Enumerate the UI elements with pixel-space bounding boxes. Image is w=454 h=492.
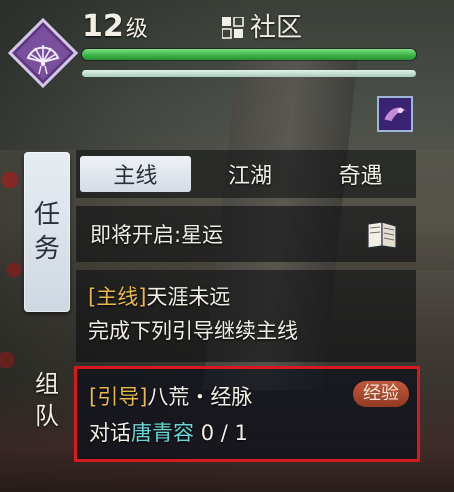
guide-quest-row[interactable]: [引导]八荒・经脉 经验 对话唐青容 0 / 1: [74, 366, 420, 462]
quest-tabs: 主线 江湖 奇遇: [76, 150, 416, 198]
side-tab-team-char-1: 组: [35, 370, 59, 398]
tab-encounter[interactable]: 奇遇: [305, 150, 416, 198]
main-quest-row[interactable]: [主线]天涯未远 完成下列引导继续主线: [76, 270, 416, 362]
community-button[interactable]: 社区: [222, 13, 302, 43]
main-quest-desc: 完成下列引导继续主线: [88, 319, 298, 343]
guide-quest-tag: [引导]: [89, 385, 148, 409]
level-unit: 级: [125, 17, 148, 42]
mp-fill: [82, 70, 416, 77]
upcoming-row[interactable]: 即将开启:星运: [76, 206, 416, 262]
background-foliage: [0, 120, 26, 400]
guide-quest-npc[interactable]: 唐青容: [131, 421, 194, 445]
game-screen: 12级 社区 任 务 组 队 主线 江湖 奇遇 即将开启:星运 [主线]天涯未远…: [0, 0, 454, 492]
hp-bar: [82, 49, 416, 60]
guide-quest-progress: 0 / 1: [200, 421, 248, 445]
side-tab-team[interactable]: 组 队: [24, 360, 70, 440]
side-tab-task-char-2: 务: [33, 234, 60, 264]
grid-icon: [222, 17, 244, 39]
guide-quest-desc-prefix: 对话: [89, 421, 131, 445]
side-tab-team-char-2: 队: [35, 402, 59, 430]
fan-emblem-icon[interactable]: [8, 18, 78, 88]
player-level: 12级: [82, 10, 148, 47]
level-number: 12: [82, 9, 124, 44]
side-tab-task-char-1: 任: [33, 200, 60, 230]
guide-quest-title: 八荒・经脉: [147, 385, 253, 409]
side-tab-task[interactable]: 任 务: [24, 152, 70, 312]
main-quest-title: 天涯未远: [146, 285, 231, 309]
tab-jianghu[interactable]: 江湖: [195, 150, 306, 198]
guide-quest-desc-line: 对话唐青容 0 / 1: [89, 415, 405, 451]
hp-fill: [82, 49, 416, 60]
main-quest-title-line: [主线]天涯未远: [88, 280, 404, 314]
community-label: 社区: [250, 13, 303, 43]
exp-badge: 经验: [353, 381, 409, 407]
main-quest-tag: [主线]: [88, 285, 147, 309]
upcoming-label: 即将开启:星运: [90, 223, 224, 247]
book-icon: [367, 221, 397, 249]
skill-buff-icon[interactable]: [377, 96, 413, 132]
mp-bar: [82, 70, 416, 77]
tab-main[interactable]: 主线: [80, 156, 191, 192]
